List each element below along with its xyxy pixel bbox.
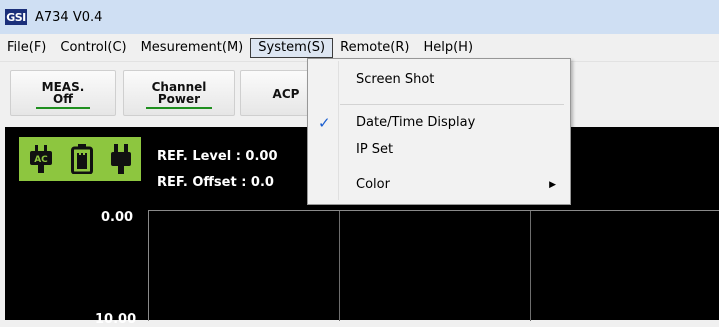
- menu-item-label: Screen Shot: [356, 72, 435, 87]
- grid-line: [530, 211, 531, 321]
- meas-off-label: MEAS. Off: [35, 78, 91, 109]
- title-bar: GSI A734 V0.4: [0, 0, 719, 34]
- ref-offset-readout: REF. Offset : 0.0: [157, 175, 274, 190]
- channel-power-label: Channel Power: [145, 78, 213, 109]
- menu-item-label: IP Set: [356, 142, 394, 157]
- dc-plug-icon: [110, 144, 132, 174]
- grid-line: [339, 211, 340, 321]
- svg-text:AC: AC: [34, 155, 48, 165]
- window-title: A734 V0.4: [35, 9, 103, 25]
- meas-off-button[interactable]: MEAS. Off: [10, 70, 116, 116]
- menu-item-ip-set[interactable]: IP Set: [308, 137, 570, 163]
- battery-icon: [70, 144, 93, 174]
- menu-remote[interactable]: Remote(R): [333, 38, 416, 58]
- submenu-arrow-icon: ▶: [549, 180, 556, 190]
- menu-item-date-time-display[interactable]: ✓ Date/Time Display: [308, 110, 570, 136]
- checkmark-icon: ✓: [318, 114, 331, 132]
- menu-item-label: Color: [356, 177, 390, 192]
- menu-control[interactable]: Control(C): [53, 38, 133, 58]
- menu-system[interactable]: System(S): [250, 38, 334, 58]
- app-logo: GSI: [5, 9, 27, 25]
- ac-power-icon: AC: [28, 145, 54, 173]
- channel-power-button[interactable]: Channel Power: [123, 70, 235, 116]
- menu-help[interactable]: Help(H): [416, 38, 480, 58]
- menu-measurement[interactable]: Mesurement(M): [134, 38, 251, 58]
- power-status-panel: AC: [19, 137, 141, 181]
- acp-label: ACP: [272, 86, 300, 101]
- menu-item-label: Date/Time Display: [356, 115, 476, 130]
- menu-item-color[interactable]: Color ▶: [308, 172, 570, 198]
- system-menu-dropdown: Screen Shot ✓ Date/Time Display IP Set C…: [307, 58, 571, 205]
- menu-file[interactable]: File(F): [0, 38, 53, 58]
- ref-level-readout: REF. Level : 0.00: [157, 149, 278, 164]
- y-axis-top-label: 0.00: [101, 210, 134, 225]
- menu-bar: File(F) Control(C) Mesurement(M) System(…: [0, 37, 719, 59]
- menu-item-screen-shot[interactable]: Screen Shot: [308, 67, 570, 93]
- spectrum-grid: [148, 210, 719, 321]
- menu-separator: [340, 104, 564, 105]
